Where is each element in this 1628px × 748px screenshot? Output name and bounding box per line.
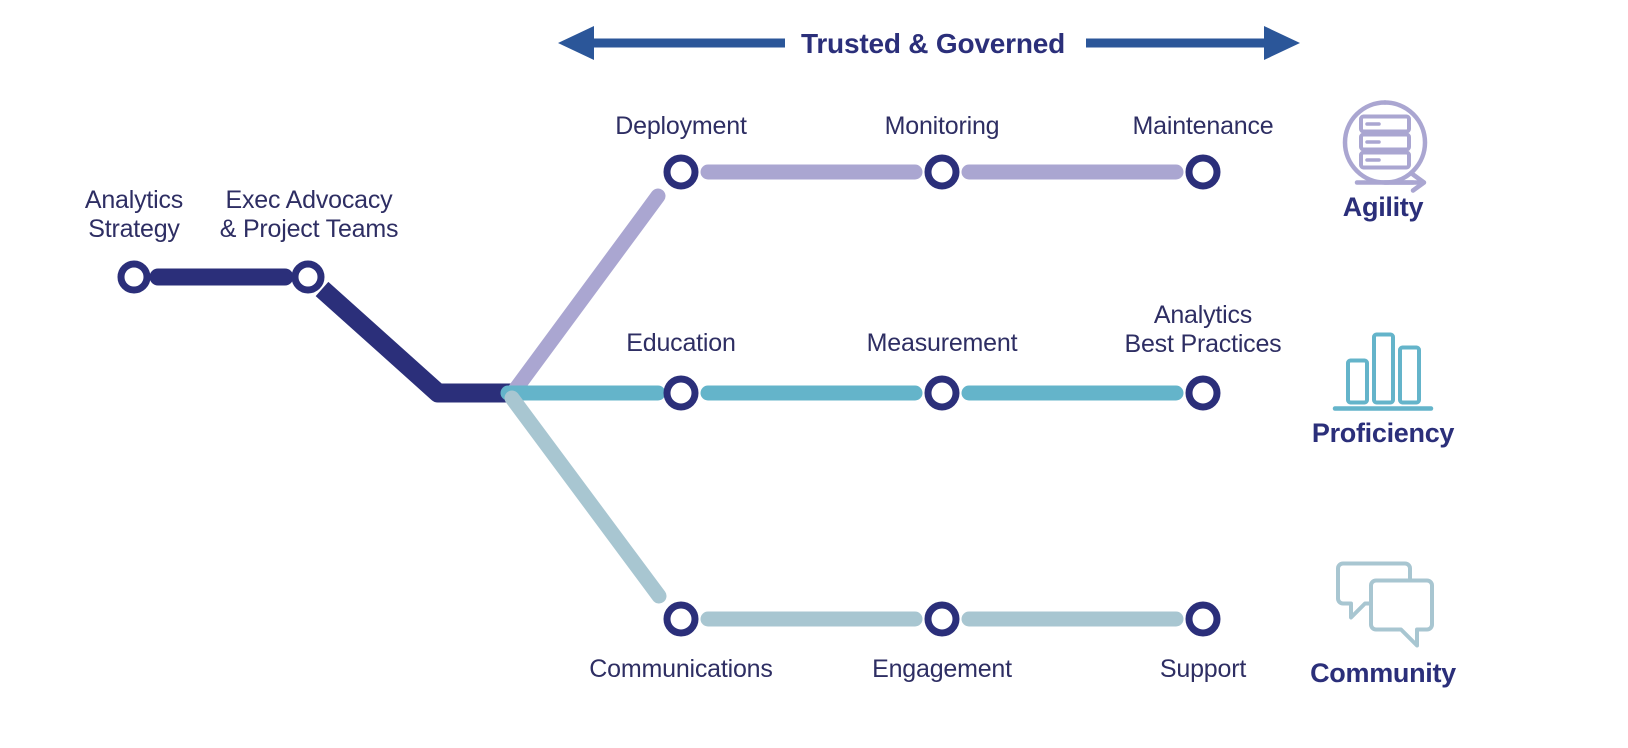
label-maintenance: Maintenance	[1132, 112, 1274, 140]
label-support: Support	[1159, 655, 1247, 683]
banner-title: Trusted & Governed	[800, 28, 1066, 59]
label-communications: Communications	[589, 655, 773, 683]
label-analytics-strategy: Analytics Strategy	[84, 186, 184, 243]
arrow-left-head-icon	[558, 26, 594, 60]
node-communications[interactable]	[663, 601, 699, 637]
branch-line-agility-diagonal	[507, 188, 666, 398]
node-deployment[interactable]	[663, 154, 699, 190]
label-measurement: Measurement	[866, 329, 1018, 357]
node-engagement[interactable]	[924, 601, 960, 637]
arrow-right-head-icon	[1264, 26, 1300, 60]
label-engagement: Engagement	[872, 655, 1012, 683]
node-analytics-strategy[interactable]	[117, 260, 151, 294]
node-monitoring[interactable]	[924, 154, 960, 190]
bar-chart-icon	[1323, 318, 1443, 427]
branch-line-community-diagonal	[504, 390, 667, 604]
label-analytics-best-practices: Analytics Best Practices	[1124, 301, 1282, 358]
label-exec-advocacy: Exec Advocacy & Project Teams	[219, 186, 399, 243]
node-exec-advocacy[interactable]	[291, 260, 325, 294]
trunk-segment-2	[315, 281, 515, 403]
node-education[interactable]	[663, 375, 699, 411]
label-monitoring: Monitoring	[884, 112, 1000, 140]
node-measurement[interactable]	[924, 375, 960, 411]
node-support[interactable]	[1185, 601, 1221, 637]
node-analytics-best-practices[interactable]	[1185, 375, 1221, 411]
label-education: Education	[626, 329, 736, 357]
agile-server-loop-icon	[1327, 90, 1439, 205]
pillar-label-community: Community	[1310, 658, 1456, 688]
diagram-canvas: Trusted & Governed Analytics Strategy Ex…	[0, 0, 1628, 748]
pillar-label-agility: Agility	[1342, 192, 1424, 222]
node-maintenance[interactable]	[1185, 154, 1221, 190]
label-deployment: Deployment	[615, 112, 747, 140]
pillar-label-proficiency: Proficiency	[1311, 418, 1455, 448]
speech-bubbles-icon	[1323, 548, 1443, 663]
